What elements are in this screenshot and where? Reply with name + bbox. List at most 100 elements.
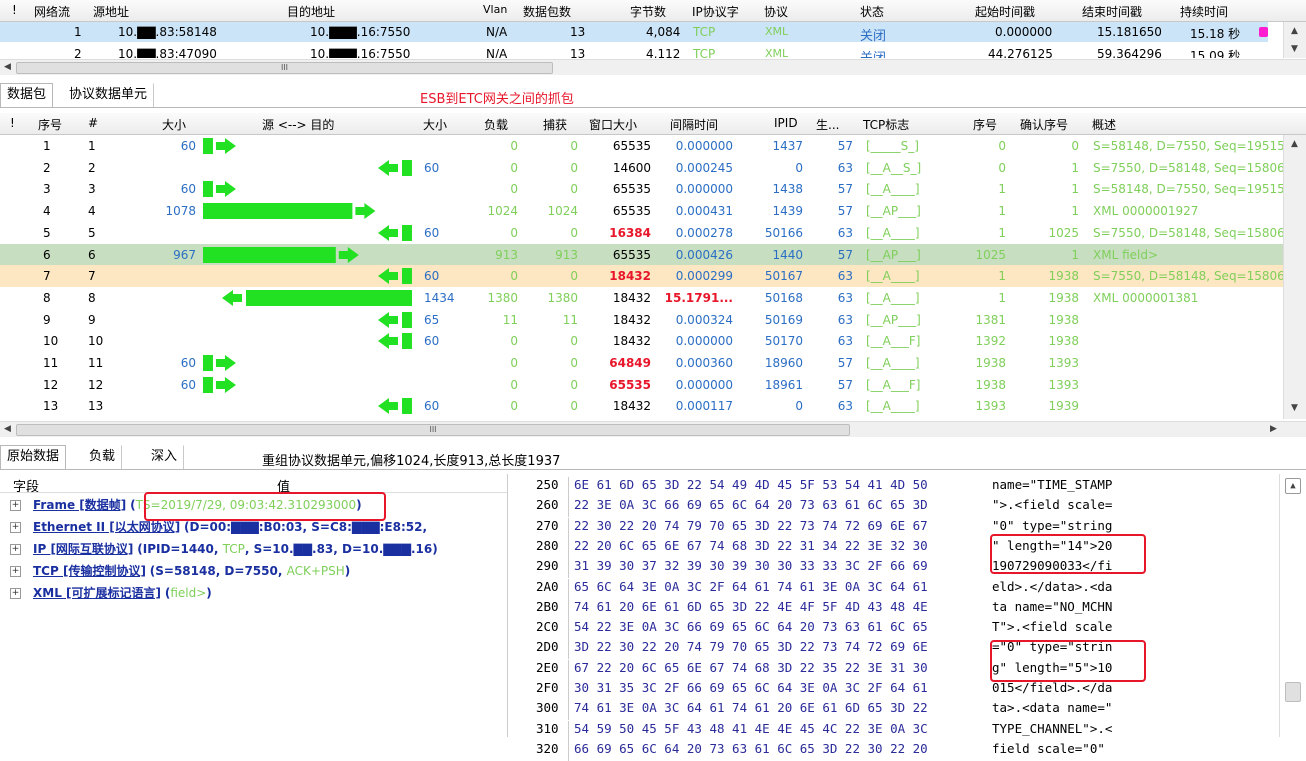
cell-flags: [__AP___] [866, 204, 921, 219]
packet-row[interactable]: 6 6 967 913 913 65535 0.000426 1440 57 [__AP___] 1… [0, 243, 1284, 266]
cell-lsize: 967 [173, 247, 196, 262]
hex-offset: 250 [536, 477, 559, 492]
scroll-down-icon[interactable]: ▼ [1287, 42, 1302, 57]
col-packets[interactable]: 数据包数 [523, 3, 571, 20]
cell-tseq: 1 [998, 204, 1006, 219]
cell-ack: 1938 [1048, 290, 1079, 305]
col-end[interactable]: 结束时间戳 [1082, 3, 1142, 20]
col-proto[interactable]: 协议 [764, 3, 788, 20]
cell-interval: 0.000324 [675, 312, 733, 327]
cell-win: 65535 [612, 139, 651, 153]
cell-ipid: 1437 [772, 139, 803, 153]
col-src[interactable]: 源地址 [93, 3, 129, 20]
hex-bytes: 65 6C 64 3E 0A 3C 2F 64 61 74 61 3E 0A 3… [574, 578, 928, 594]
packet-row[interactable]: 9 9 65 11 11 18432 0.000324 50169 63 [__AP___] 138… [0, 309, 1284, 331]
tree-node-name[interactable]: Frame [数据帧] [33, 498, 126, 512]
tree-node-name[interactable]: XML [可扩展标记语言] [33, 586, 161, 600]
packet-hscroll-thumb[interactable]: III [16, 424, 850, 436]
cell-seq: 6 [43, 247, 51, 262]
cell-seq: 1 [43, 139, 51, 153]
tree-node-name[interactable]: TCP [传输控制协议] [33, 564, 146, 578]
expand-icon[interactable]: + [10, 588, 21, 599]
tab-deep[interactable]: 深入 [144, 445, 185, 469]
packet-row[interactable]: 13 13 60 0 0 18432 0.000117 0 63 [__A____] 1393 193… [0, 395, 1284, 417]
expand-icon[interactable]: + [10, 500, 21, 511]
tree-node-name[interactable]: Ethernet II [以太网协议] [33, 520, 180, 534]
cell-cap: 913 [555, 247, 578, 262]
cell-num: 11 [88, 356, 104, 370]
cell-ack: 1 [1071, 182, 1079, 197]
tab-pdu[interactable]: 协议数据单元 [62, 83, 155, 107]
flows-hscrollbar[interactable]: ◀ III [0, 59, 1306, 75]
col-dur[interactable]: 持续时间 [1180, 3, 1228, 20]
cell-summary: XML 0000001381 [1093, 290, 1199, 305]
expand-icon[interactable]: + [10, 544, 21, 555]
hex-vscrollbar[interactable]: ▲ [1279, 474, 1306, 737]
tab-payload[interactable]: 负载 [82, 445, 123, 469]
flows-hscroll-thumb[interactable]: III [16, 62, 553, 74]
scroll-left-icon[interactable]: ◀ [0, 422, 15, 437]
arrow-right-icon [203, 355, 236, 371]
cell-flags: [__A___F] [866, 377, 921, 392]
packet-row[interactable]: 4 4 1078 1024 1024 65535 0.000431 1439 57 [__AP__… [0, 200, 1284, 222]
col-flag[interactable]: ! [12, 3, 17, 17]
cell-ttl: 63 [837, 269, 853, 284]
highlight-box [144, 492, 386, 521]
cell-win: 65535 [612, 182, 651, 197]
packet-row[interactable]: 8 8 1434 1380 1380 18432 15.1791... 50168 63 [__A… [0, 287, 1284, 309]
cell-num: 6 [88, 247, 96, 262]
tab-raw[interactable]: 原始数据 [0, 445, 67, 469]
col-state[interactable]: 状态 [860, 3, 884, 20]
packet-hscrollbar[interactable]: ◀ III ▶ [0, 421, 1306, 437]
cell-payload: 0 [510, 139, 518, 153]
arrow-right-icon [203, 246, 359, 263]
cell-lsize: 60 [180, 182, 196, 197]
tree-node[interactable]: + TCP [传输控制协议] (S=58148, D=7550, ACK+PSH) [10, 562, 350, 582]
col-ipproto[interactable]: IP协议字 [692, 3, 739, 20]
cell-payload: 0 [510, 377, 518, 392]
scroll-up-icon[interactable]: ▲ [1287, 24, 1302, 39]
packet-row[interactable]: 10 10 60 0 0 18432 0.000000 50170 63 [__A___F] 139… [0, 330, 1284, 352]
scroll-right-icon[interactable]: ▶ [1266, 422, 1281, 437]
packet-row[interactable]: 2 2 60 0 0 14600 0.000245 0 63 [__A__S_] 0 1 S=7550,… [0, 157, 1284, 179]
cell-ipid: 1440 [772, 247, 803, 262]
packet-vscrollbar[interactable]: ▲ ▼ [1283, 135, 1306, 419]
flow-row[interactable]: 2 10.▇▇.83:47090 10.▇▇▇.16:7550 N/A 13 4… [0, 44, 1268, 58]
packet-row[interactable]: 11 11 60 0 0 64849 0.000360 18960 57 [__A____] 193… [0, 352, 1284, 374]
expand-icon[interactable]: + [10, 522, 21, 533]
cell-cap: 1380 [547, 290, 578, 305]
packet-row[interactable]: 3 3 60 0 0 65535 0.000000 1438 57 [__A____] 1 1 S=58… [0, 178, 1284, 200]
cell-interval: 0.000000 [675, 377, 733, 392]
tree-node[interactable]: + IP [网际互联协议] (IPID=1440, TCP, S=10.▇▇.83… [10, 540, 438, 560]
tree-node[interactable]: + XML [可扩展标记语言] (field>) [10, 584, 212, 604]
flow-row[interactable]: 1 10.▇▇.83:58148 10.▇▇▇.16:7550 N/A 13 4… [0, 22, 1268, 44]
flows-vscrollbar[interactable]: ▲ ▼ [1283, 22, 1306, 58]
col-flow[interactable]: 网络流 [34, 3, 70, 20]
scroll-up-icon[interactable]: ▲ [1287, 137, 1302, 152]
hex-offset: 2E0 [536, 659, 559, 675]
scroll-up-icon[interactable]: ▲ [1285, 478, 1301, 494]
packet-row[interactable]: 1 1 60 0 0 65535 0.000000 1437 57 [_____S_] 0 0 S=58… [0, 135, 1284, 157]
tree-node-name[interactable]: IP [网际互联协议] [33, 542, 133, 556]
packet-row[interactable]: 5 5 60 0 0 16384 0.000278 50166 63 [__A____] 1 1025… [0, 222, 1284, 244]
packet-row[interactable]: 12 12 60 0 0 65535 0.000000 18961 57 [__A___F] 193… [0, 374, 1284, 396]
hex-scroll-thumb[interactable] [1285, 682, 1301, 702]
cell-win: 16384 [609, 225, 651, 240]
scroll-down-icon[interactable]: ▼ [1287, 401, 1302, 416]
cell-ack: 1025 [1048, 225, 1079, 240]
arrow-right-icon [203, 376, 236, 393]
expand-icon[interactable]: + [10, 566, 21, 577]
tab-packets[interactable]: 数据包 [0, 83, 54, 107]
hex-bytes: 74 61 3E 0A 3C 64 61 74 61 20 6E 61 6D 6… [574, 700, 928, 716]
col-bytes[interactable]: 字节数 [630, 3, 666, 20]
cell-seq: 2 [43, 160, 51, 175]
cell-lsize: 60 [180, 139, 196, 153]
packet-row[interactable]: 7 7 60 0 0 18432 0.000299 50167 63 [__A____] 1 1938… [0, 265, 1284, 288]
col-dst[interactable]: 目的地址 [287, 3, 335, 20]
tree-node[interactable]: + Ethernet II [以太网协议] (D=00:▇▇▇:B0:03, S=… [10, 518, 427, 538]
col-vlan[interactable]: Vlan [483, 3, 507, 16]
highlight-box [990, 534, 1146, 574]
cell-lsize: 1078 [165, 204, 196, 219]
col-start[interactable]: 起始时间戳 [975, 3, 1035, 20]
scroll-left-icon[interactable]: ◀ [0, 60, 15, 75]
